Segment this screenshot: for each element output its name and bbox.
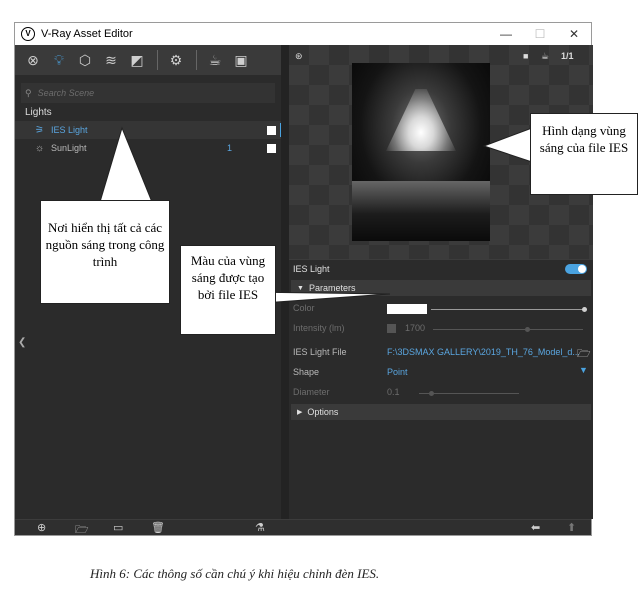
figure-caption: Hình 6: Các thông số cần chú ý khi hiệu … (90, 566, 380, 581)
callout-light-color: Màu của vùng sáng được tạo bởi file IES (180, 245, 276, 335)
callout-light-shape: Hình dạng vùng sáng của file IES (530, 113, 638, 195)
callout-lights-list: Nơi hiển thị tất cả các nguồn sáng trong… (40, 200, 170, 304)
pointer-shape (482, 127, 533, 163)
pointer-lights (99, 126, 153, 203)
